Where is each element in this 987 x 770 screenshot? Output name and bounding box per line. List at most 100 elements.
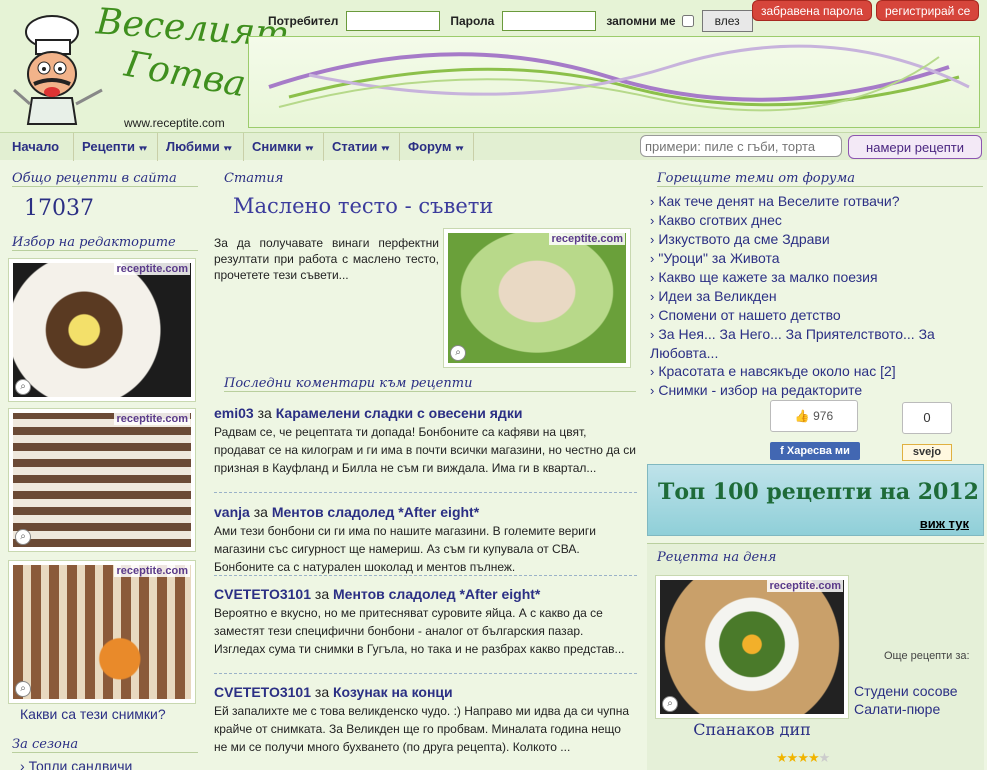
comment-item: CVETETO3101 за Козунак на конци Ей запал… bbox=[214, 684, 637, 756]
comment-recipe-link[interactable]: Карамелени сладки с овесени ядки bbox=[276, 405, 523, 421]
star-icon: ★ bbox=[807, 750, 820, 765]
watermark: receptite.com bbox=[114, 413, 190, 425]
comment-text: Ами тези бонбони си ги има по нашите маг… bbox=[214, 524, 596, 574]
total-recipes-label: Общо рецепти в сайта bbox=[12, 171, 198, 187]
nav-forum[interactable]: Форум ▾▾ bbox=[400, 133, 474, 161]
search-input[interactable] bbox=[640, 135, 842, 157]
forum-topic-link[interactable]: › За Нея... За Него... За Приятелството..… bbox=[650, 325, 980, 362]
article-title[interactable]: Маслено тесто - съвети bbox=[233, 194, 493, 218]
forum-topic-link[interactable]: › Какво ще кажете за малко поезия bbox=[650, 268, 980, 287]
more-recipes-link[interactable]: Салати-пюре bbox=[854, 701, 940, 717]
comment-item: vanja за Ментов сладолед *After eight* А… bbox=[214, 504, 637, 576]
site-logo[interactable]: Веселият Готвач www.receptite.com bbox=[4, 1, 291, 130]
header-banner[interactable] bbox=[248, 36, 980, 128]
search-button[interactable]: намери рецепти bbox=[848, 135, 982, 159]
dropdown-icon: ▾▾ bbox=[139, 143, 147, 153]
rating-stars: ★★★★★ bbox=[776, 750, 830, 766]
star-icon: ★ bbox=[776, 750, 788, 765]
total-recipes-count: 17037 bbox=[24, 196, 94, 221]
facebook-icon: f bbox=[780, 445, 784, 457]
spinach-dip-photo bbox=[660, 580, 844, 714]
forum-topics-list: › Как тече денят на Веселите готвачи? › Ка… bbox=[650, 192, 980, 400]
forum-topic-link[interactable]: › Идеи за Великден bbox=[650, 287, 980, 306]
forum-topic-link[interactable]: › Снимки - избор на редакторите bbox=[650, 381, 980, 400]
forum-topic-link[interactable]: › Красотата е навсякъде около нас [2] bbox=[650, 362, 980, 381]
more-recipes-link[interactable]: Студени сосове bbox=[854, 683, 958, 699]
thumbs-up-icon: 👍 bbox=[794, 409, 810, 423]
cake-photo bbox=[13, 413, 191, 547]
nav-photos[interactable]: Снимки ▾▾ bbox=[244, 133, 324, 161]
recipe-of-day-title: Рецепта на деня bbox=[657, 550, 777, 565]
comment-recipe-link[interactable]: Ментов сладолед *After eight* bbox=[333, 586, 540, 602]
recipe-of-day-name[interactable]: Спанаков дип bbox=[655, 720, 849, 739]
forum-topic-link[interactable]: › "Уроци" за Живота bbox=[650, 249, 980, 268]
zoom-icon[interactable]: ⌕ bbox=[15, 681, 31, 697]
article-photo[interactable]: receptite.com ⌕ bbox=[443, 228, 631, 368]
password-input[interactable] bbox=[502, 11, 597, 31]
nav-home[interactable]: Начало bbox=[4, 133, 74, 161]
svejo-count-box: 0 bbox=[902, 402, 952, 434]
header: Веселият Готвач www.receptite.com Потреб… bbox=[0, 0, 987, 132]
nav-recipes[interactable]: Рецепти ▾▾ bbox=[74, 133, 158, 161]
more-recipes-label: Още рецепти за: bbox=[884, 650, 970, 662]
top100-banner[interactable]: Топ 100 рецепти на 2012 виж тук bbox=[647, 464, 984, 536]
recipe-of-day-photo[interactable]: receptite.com ⌕ bbox=[655, 575, 849, 719]
roll-photo bbox=[13, 565, 191, 699]
facebook-like-button[interactable]: f Харесва ми bbox=[770, 442, 860, 460]
comment-recipe-link[interactable]: Ментов сладолед *After eight* bbox=[272, 504, 479, 520]
forum-topics-title: Горещите теми от форума bbox=[657, 171, 983, 187]
watermark: receptite.com bbox=[549, 233, 625, 245]
editors-choice-photo[interactable]: receptite.com ⌕ bbox=[8, 560, 196, 704]
comment-user[interactable]: CVETETO3101 bbox=[214, 586, 311, 602]
comment-item: CVETETO3101 за Ментов сладолед *After ei… bbox=[214, 586, 637, 658]
nav-favorites[interactable]: Любими ▾▾ bbox=[158, 133, 244, 161]
comments-title: Последни коментари към рецепти bbox=[224, 376, 636, 392]
comment-user[interactable]: CVETETO3101 bbox=[214, 684, 311, 700]
editors-choice-photo[interactable]: receptite.com ⌕ bbox=[8, 258, 196, 402]
logo-url: www.receptite.com bbox=[124, 116, 225, 130]
about-photos-link[interactable]: Какви са тези снимки? bbox=[20, 706, 166, 722]
comment-user[interactable]: vanja bbox=[214, 504, 250, 520]
comment-recipe-link[interactable]: Козунак на конци bbox=[333, 684, 453, 700]
forum-topic-link[interactable]: › Какво сготвих днес bbox=[650, 211, 980, 230]
comment-text: Радвам се, че рецептата ти допада! Бонбо… bbox=[214, 425, 636, 475]
divider bbox=[214, 492, 637, 493]
season-item[interactable]: › Топли сандвичи bbox=[20, 758, 132, 770]
like-count-box: 👍 976 bbox=[770, 400, 858, 432]
top100-text: Топ 100 рецепти на 2012 bbox=[658, 479, 979, 505]
forum-topic-link[interactable]: › Как тече денят на Веселите готвачи? bbox=[650, 192, 980, 211]
comment-text: Ей запалихте ме с това великденско чудо.… bbox=[214, 704, 630, 754]
swirl-decoration-icon bbox=[268, 44, 970, 112]
remember-checkbox[interactable] bbox=[681, 15, 694, 27]
zoom-icon[interactable]: ⌕ bbox=[15, 529, 31, 545]
dropdown-icon: ▾▾ bbox=[305, 143, 313, 153]
password-label: Парола bbox=[450, 14, 495, 28]
watermark: receptite.com bbox=[114, 565, 190, 577]
editors-choice-photo[interactable]: receptite.com ⌕ bbox=[8, 408, 196, 552]
season-title: За сезона bbox=[12, 737, 198, 753]
login-form: Потребител Парола запомни ме влез bbox=[268, 10, 753, 32]
login-button[interactable]: влез bbox=[701, 10, 753, 32]
top100-link[interactable]: виж тук bbox=[920, 516, 969, 531]
zoom-icon[interactable]: ⌕ bbox=[15, 379, 31, 395]
svejo-button[interactable]: svejo bbox=[902, 444, 952, 461]
zoom-icon[interactable]: ⌕ bbox=[450, 345, 466, 361]
comment-text: Вероятно е вкусно, но ме притесняват сур… bbox=[214, 606, 625, 656]
forum-topic-link[interactable]: › Спомени от нашето детство bbox=[650, 306, 980, 325]
watermark: receptite.com bbox=[114, 263, 190, 275]
forum-topic-link[interactable]: › Изкуството да сме Здрави bbox=[650, 230, 980, 249]
username-input[interactable] bbox=[346, 11, 441, 31]
forgot-password-button[interactable]: забравена парола bbox=[752, 0, 872, 21]
comment-user[interactable]: emi03 bbox=[214, 405, 254, 421]
zoom-icon[interactable]: ⌕ bbox=[662, 696, 678, 712]
cookies-photo bbox=[448, 233, 626, 363]
article-text: За да получавате винаги перфектни резулт… bbox=[214, 236, 439, 282]
divider bbox=[214, 673, 637, 674]
nav-articles[interactable]: Статии ▾▾ bbox=[324, 133, 400, 161]
divider bbox=[214, 575, 637, 576]
dessert-photo bbox=[13, 263, 191, 397]
register-button[interactable]: регистрирай се bbox=[876, 0, 980, 21]
dropdown-icon: ▾▾ bbox=[455, 143, 463, 153]
article-label: Статия bbox=[224, 171, 284, 186]
comment-item: emi03 за Карамелени сладки с овесени ядк… bbox=[214, 405, 636, 475]
